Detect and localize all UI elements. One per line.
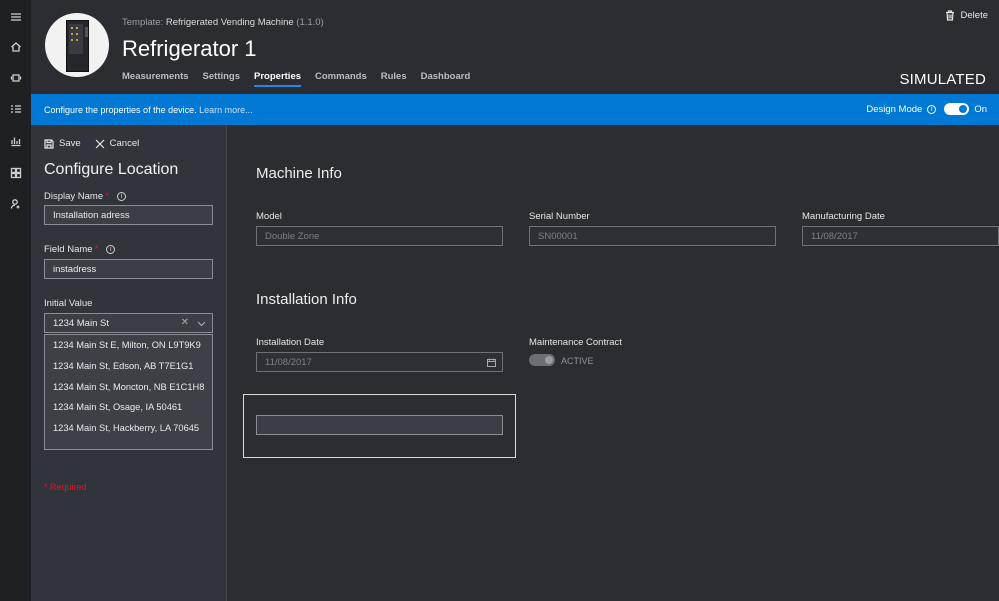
rules-icon[interactable] <box>9 102 23 116</box>
info-icon[interactable]: i <box>106 245 116 254</box>
trash-icon <box>945 10 954 21</box>
device-tabs: Measurements Settings Properties Command… <box>122 71 470 87</box>
maintenance-status: ACTIVE <box>561 356 594 366</box>
dashboard-icon[interactable] <box>9 166 23 180</box>
save-icon <box>44 138 54 149</box>
devices-icon[interactable] <box>9 71 23 85</box>
info-icon[interactable]: i <box>927 104 937 114</box>
display-name-label: Display Name * i <box>44 191 126 202</box>
banner-message: Configure the properties of the device. <box>44 105 197 115</box>
field-name-label-text: Field Name <box>44 244 93 255</box>
panel-actions: Save Cancel <box>44 138 139 149</box>
tab-commands[interactable]: Commands <box>315 71 367 87</box>
configure-panel: Save Cancel Configure Location Display N… <box>31 125 227 601</box>
info-icon[interactable]: i <box>116 192 126 201</box>
chevron-down-icon[interactable] <box>197 319 206 328</box>
installation-date-field[interactable]: 11/08/2017 <box>256 352 503 372</box>
delete-button[interactable]: Delete <box>945 10 988 21</box>
cancel-button[interactable]: Cancel <box>95 138 140 149</box>
suggestion-item[interactable]: 1234 Main St, Osage, IA 50461 <box>45 397 212 418</box>
machine-info-title: Machine Info <box>256 165 342 182</box>
suggestion-item[interactable]: 1234 Main St, Edson, AB T7E1G1 <box>45 356 212 377</box>
tab-properties[interactable]: Properties <box>254 71 302 87</box>
panel-title: Configure Location <box>44 161 179 178</box>
design-mode-toggle-label: On <box>974 103 987 115</box>
installation-date-label: Installation Date <box>256 337 325 348</box>
initial-value-label: Initial Value <box>44 298 92 309</box>
model-field[interactable]: Double Zone <box>256 226 503 246</box>
display-name-label-text: Display Name <box>44 191 104 202</box>
required-note: * Required <box>44 482 87 492</box>
suggestion-item[interactable]: 1234 Main St, Hackberry, LA 70645 <box>45 418 212 439</box>
initial-value-label-text: Initial Value <box>44 298 93 309</box>
location-input-preview <box>256 415 503 435</box>
analytics-icon[interactable] <box>9 134 23 148</box>
template-version: (1.1.0) <box>296 17 324 28</box>
installation-info-title: Installation Info <box>256 291 357 308</box>
serial-number-field[interactable]: SN00001 <box>529 226 776 246</box>
template-name: Refrigerated Vending Machine <box>165 17 294 28</box>
tab-settings[interactable]: Settings <box>203 71 240 87</box>
design-mode-control: Design Mode i On <box>866 103 987 115</box>
maintenance-contract-label: Maintenance Contract <box>529 337 622 348</box>
close-icon <box>95 139 105 148</box>
home-icon[interactable] <box>9 40 23 54</box>
save-label: Save <box>59 138 81 149</box>
properties-content: Machine Info Model Double Zone Serial Nu… <box>228 125 999 601</box>
field-name-input[interactable]: instadress <box>44 259 213 279</box>
maintenance-contract-toggle[interactable] <box>529 354 555 366</box>
manufacturing-date-field[interactable]: 11/08/2017 <box>802 226 999 246</box>
tab-dashboard[interactable]: Dashboard <box>421 71 471 87</box>
serial-number-label: Serial Number <box>529 211 590 222</box>
calendar-icon[interactable] <box>487 358 496 367</box>
device-header: Template: Refrigerated Vending Machine (… <box>31 0 999 94</box>
left-nav-rail <box>0 0 31 601</box>
suggestion-item[interactable]: 1234 Main St, Moncton, NB E1C1H8 <box>45 377 212 398</box>
template-prefix: Template: <box>122 17 164 28</box>
new-location-tile[interactable] <box>243 394 516 458</box>
suggestion-item[interactable]: 1234 Main St E, Milton, ON L9T9K9 <box>45 335 212 356</box>
delete-label: Delete <box>960 10 988 21</box>
design-mode-label: Design Mode <box>866 103 923 115</box>
field-name-label: Field Name * i <box>44 244 116 255</box>
cancel-label: Cancel <box>109 138 140 149</box>
design-mode-banner: Configure the properties of the device. … <box>31 94 999 125</box>
manufacturing-date-label: Manufacturing Date <box>802 211 885 222</box>
installation-date-value: 11/08/2017 <box>265 357 312 368</box>
required-asterisk: * <box>94 244 99 255</box>
learn-more-link[interactable]: Learn more... <box>199 105 253 115</box>
device-avatar <box>45 13 109 77</box>
address-suggestions-list: 1234 Main St E, Milton, ON L9T9K9 1234 M… <box>44 334 213 450</box>
clear-icon[interactable]: ✕ <box>181 317 189 328</box>
vending-machine-image <box>66 20 89 72</box>
tab-measurements[interactable]: Measurements <box>122 71 189 87</box>
save-button[interactable]: Save <box>44 138 81 149</box>
required-asterisk: * <box>105 191 109 202</box>
model-label: Model <box>256 211 282 222</box>
initial-value-combobox[interactable]: 1234 Main St ✕ <box>44 313 213 333</box>
display-name-input[interactable]: Installation adress <box>44 205 213 225</box>
simulated-status: SIMULATED <box>899 71 986 88</box>
template-info: Template: Refrigerated Vending Machine (… <box>122 17 324 28</box>
initial-value-text: 1234 Main St <box>53 318 109 329</box>
admin-icon[interactable] <box>9 197 23 211</box>
page-title: Refrigerator 1 <box>122 36 257 61</box>
design-mode-toggle[interactable] <box>944 103 970 115</box>
tab-rules[interactable]: Rules <box>381 71 407 87</box>
banner-message-line: Configure the properties of the device. … <box>44 105 253 115</box>
menu-icon[interactable] <box>9 10 23 24</box>
